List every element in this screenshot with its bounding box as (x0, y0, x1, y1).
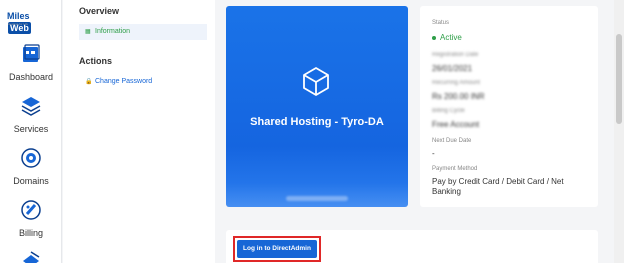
services-icon (21, 97, 41, 116)
change-password-link[interactable]: 🔒 Change Password (79, 74, 207, 90)
recurring-amount-value: Rs 200.00 INR (432, 92, 485, 101)
hero-wave-decoration (226, 183, 408, 207)
overview-heading: Overview (79, 6, 120, 16)
support-icon (23, 251, 40, 263)
package-cube-icon (303, 67, 329, 96)
product-card: Shared Hosting - Tyro-DA (226, 6, 408, 207)
registration-date-label: Registration Date (432, 52, 479, 58)
next-due-value: - (432, 149, 435, 158)
nav-item-services[interactable]: Services (0, 94, 62, 134)
payment-method-label: Payment Method (432, 166, 478, 172)
actions-heading: Actions (79, 56, 113, 66)
dashboard-icon (23, 44, 40, 62)
info-icon: ▦ (85, 29, 91, 35)
left-nav-rail: MilesWeb Hosting for Life Dashboard Serv… (0, 0, 62, 263)
client-area: MilesWeb Hosting for Life Dashboard Serv… (0, 0, 624, 263)
registration-date-value: 26/01/2021 (432, 64, 473, 73)
nav-item-domains[interactable]: Domains (0, 146, 62, 186)
login-directadmin-button[interactable]: Log in to DirectAdmin (237, 240, 317, 258)
nav-item-billing[interactable]: Billing (0, 198, 62, 238)
scrollbar-thumb[interactable] (616, 34, 622, 124)
brand-tagline: Hosting for Life (8, 22, 29, 26)
service-sidebar: Overview ▦ Information Actions 🔒 Change Pa… (63, 0, 215, 263)
nav-label-billing: Billing (18, 228, 43, 238)
nav-item-support[interactable] (0, 249, 62, 263)
domains-icon (21, 148, 41, 168)
change-password-label: Change Password (95, 78, 153, 85)
nav-label-domains: Domains (13, 176, 49, 186)
nav-label-services: Services (13, 124, 49, 134)
billing-cycle-label: Billing Cycle (432, 108, 465, 114)
service-details-card: Status Active Registration Date 26/01/20… (420, 6, 598, 207)
next-due-label: Next Due Date (432, 138, 472, 144)
billing-cycle-value: Free Account (432, 120, 480, 129)
information-link[interactable]: ▦ Information (79, 24, 207, 40)
billing-icon (21, 200, 41, 220)
product-title: Shared Hosting - Tyro-DA (250, 116, 384, 128)
brand-logo[interactable]: MilesWeb (7, 10, 53, 34)
status-value: Active (432, 33, 462, 42)
nav-item-dashboard[interactable]: Dashboard (0, 42, 62, 82)
status-dot (432, 35, 436, 40)
recurring-amount-label: Recurring Amount (432, 80, 481, 86)
nav-label-dashboard: Dashboard (8, 72, 54, 82)
lock-icon: 🔒 (85, 79, 93, 85)
information-label: Information (95, 28, 131, 35)
product-domain-redacted (286, 196, 348, 201)
payment-method-value: Pay by Credit Card / Debit Card / Net Ba… (432, 177, 564, 196)
status-label: Status (432, 20, 450, 26)
